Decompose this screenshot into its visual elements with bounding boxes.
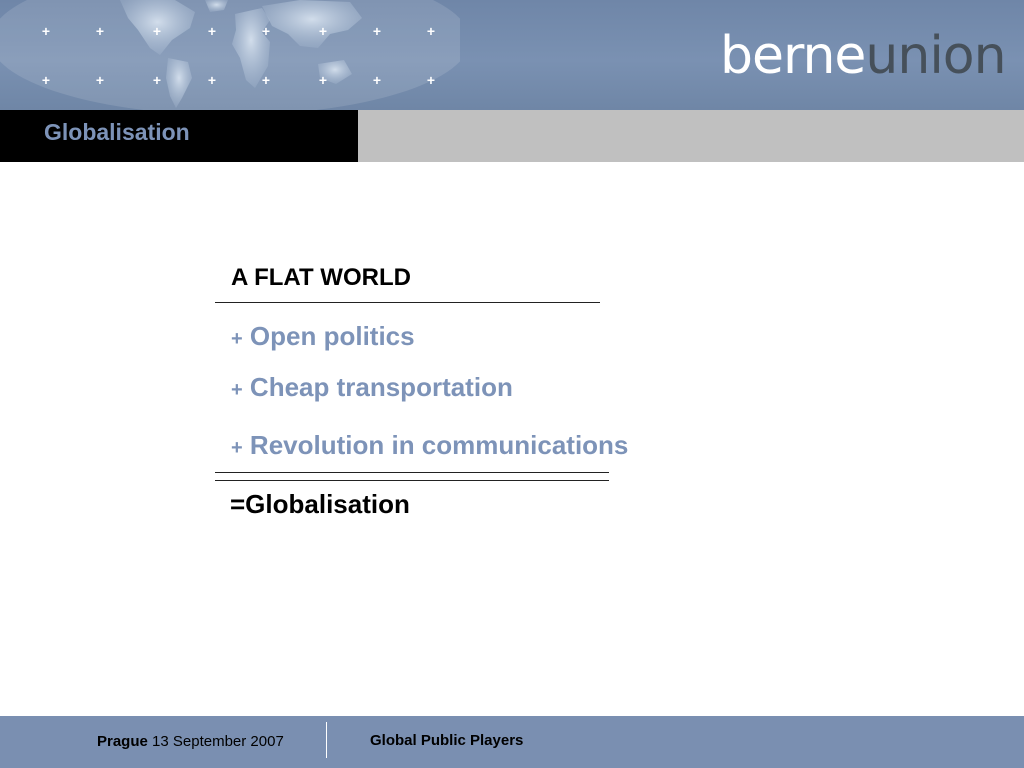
footer-date: 13 September 2007 [152, 733, 284, 750]
footer-divider [326, 722, 327, 758]
decorative-plus: + [372, 72, 382, 88]
sum-line-bottom [215, 480, 609, 481]
decorative-plus: + [372, 23, 382, 39]
decorative-plus: + [261, 72, 271, 88]
bullet-item: + Cheap transportation [231, 371, 513, 406]
logo-text-berne: berne [720, 26, 866, 86]
decorative-plus: + [207, 23, 217, 39]
plus-icon: + [231, 328, 243, 350]
bullet-text: Cheap transportation [249, 372, 513, 402]
sum-line-top [215, 472, 609, 473]
header-banner: + + + + + + + + + + + + + + + + berneuni… [0, 0, 1024, 110]
bullet-text: Revolution in communications [249, 430, 629, 460]
footer-location: Prague 13 September 2007 [97, 732, 284, 752]
plus-icon: + [231, 437, 243, 459]
bullet-item: + Revolution in communications [231, 429, 628, 464]
slide-heading: A FLAT WORLD [231, 264, 411, 291]
section-title: Globalisation [44, 119, 190, 145]
decorative-plus: + [207, 72, 217, 88]
bullet-item: + Open politics [231, 320, 415, 355]
decorative-plus: + [95, 72, 105, 88]
decorative-plus: + [152, 23, 162, 39]
decorative-plus: + [261, 23, 271, 39]
world-map-icon [0, 0, 460, 110]
footer-event-name: Global Public Players [370, 732, 524, 749]
heading-underline [215, 302, 600, 303]
decorative-plus: + [318, 23, 328, 39]
decorative-plus: + [95, 23, 105, 39]
berne-union-logo: berneunion [720, 26, 1007, 86]
decorative-plus: + [426, 23, 436, 39]
decorative-plus: + [318, 72, 328, 88]
decorative-plus: + [152, 72, 162, 88]
decorative-plus: + [41, 23, 51, 39]
bullet-text: Open politics [249, 321, 415, 351]
slide-result: =Globalisation [230, 489, 410, 519]
logo-text-union: union [865, 26, 1006, 86]
section-title-bar-fill [358, 110, 1024, 162]
footer-city: Prague [97, 733, 148, 750]
decorative-plus: + [426, 72, 436, 88]
plus-icon: + [231, 379, 243, 401]
decorative-plus: + [41, 72, 51, 88]
